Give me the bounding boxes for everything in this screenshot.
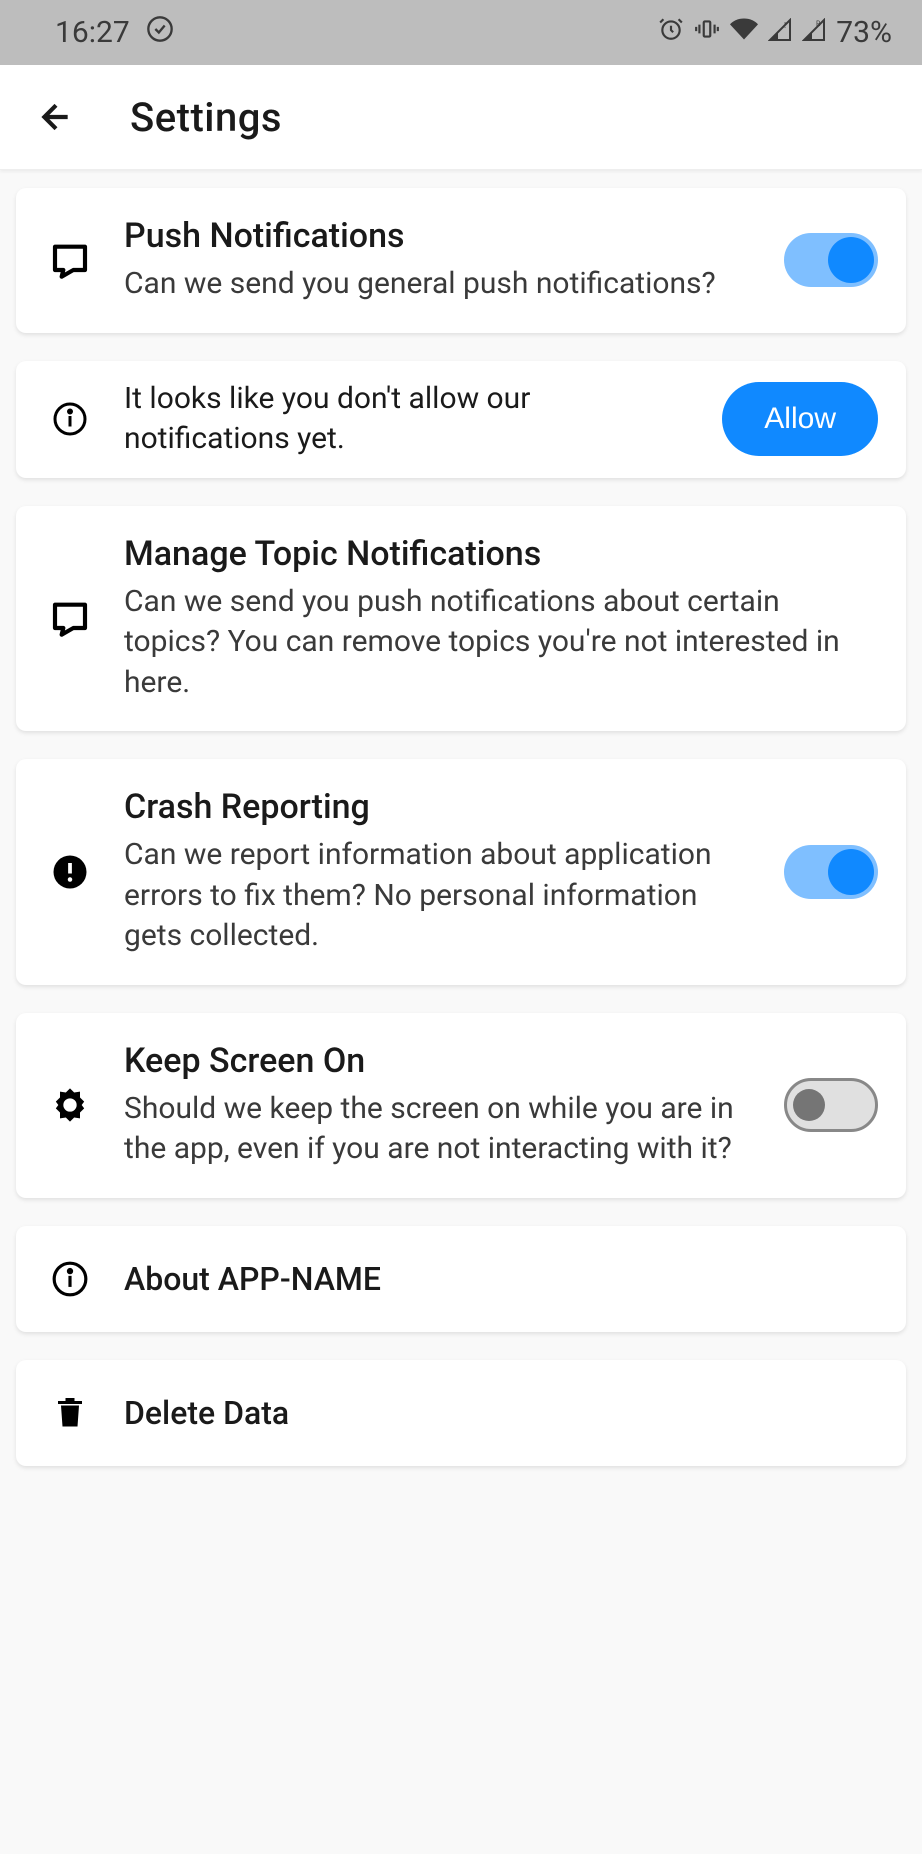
status-bar: 16:27	[0, 0, 922, 65]
delete-data-text: Delete Data	[124, 1394, 878, 1432]
svg-text:!: !	[784, 21, 786, 30]
error-icon	[40, 854, 100, 890]
wifi-icon	[730, 15, 758, 51]
permission-prompt-card: It looks like you don't allow our notifi…	[16, 361, 906, 478]
vibrate-icon	[694, 15, 720, 50]
signal-icon-1: !	[768, 15, 792, 50]
delete-data-title: Delete Data	[124, 1394, 878, 1432]
chat-bubble-icon	[40, 240, 100, 280]
keep-screen-on-title: Keep Screen On	[124, 1041, 760, 1081]
permission-prompt-text: It looks like you don't allow our notifi…	[124, 379, 698, 460]
about-card[interactable]: About APP-NAME	[16, 1226, 906, 1332]
push-notifications-toggle[interactable]	[784, 233, 878, 287]
signal-icon-2: R	[802, 15, 826, 50]
keep-screen-on-toggle[interactable]	[784, 1078, 878, 1132]
alarm-icon	[658, 15, 684, 50]
delete-data-card[interactable]: Delete Data	[16, 1360, 906, 1466]
battery-percentage: 73%	[836, 15, 892, 50]
push-notifications-title: Push Notifications	[124, 216, 760, 256]
status-bar-right: ! R 73%	[658, 15, 892, 51]
crash-reporting-title: Crash Reporting	[124, 787, 760, 827]
topic-notifications-card[interactable]: Manage Topic Notifications Can we send y…	[16, 506, 906, 732]
about-title: About APP-NAME	[124, 1260, 878, 1298]
push-notifications-text: Push Notifications Can we send you gener…	[124, 216, 760, 305]
app-bar: Settings	[0, 65, 922, 170]
topic-notifications-text: Manage Topic Notifications Can we send y…	[124, 534, 878, 704]
info-icon	[40, 401, 100, 437]
keep-screen-on-description: Should we keep the screen on while you a…	[124, 1089, 760, 1170]
crash-reporting-toggle[interactable]	[784, 845, 878, 899]
allow-button[interactable]: Allow	[722, 382, 878, 456]
status-time: 16:27	[55, 15, 130, 50]
crash-reporting-description: Can we report information about applicat…	[124, 835, 760, 957]
crash-reporting-card[interactable]: Crash Reporting Can we report informatio…	[16, 759, 906, 985]
keep-screen-on-text: Keep Screen On Should we keep the screen…	[124, 1041, 760, 1170]
topic-notifications-description: Can we send you push notifications about…	[124, 582, 878, 704]
push-notifications-description: Can we send you general push notificatio…	[124, 264, 760, 305]
content: Push Notifications Can we send you gener…	[0, 170, 922, 1484]
status-bar-left: 16:27	[55, 15, 174, 51]
brightness-icon	[40, 1085, 100, 1125]
svg-text:R: R	[816, 20, 821, 28]
back-button[interactable]	[32, 93, 80, 141]
info-icon	[40, 1260, 100, 1298]
topic-notifications-title: Manage Topic Notifications	[124, 534, 878, 574]
arrow-left-icon	[36, 97, 76, 137]
crash-reporting-text: Crash Reporting Can we report informatio…	[124, 787, 760, 957]
checkmark-circle-icon	[146, 15, 174, 51]
permission-prompt-message: It looks like you don't allow our notifi…	[124, 379, 698, 460]
about-text: About APP-NAME	[124, 1260, 878, 1298]
trash-icon	[40, 1395, 100, 1431]
page-title: Settings	[130, 94, 282, 141]
chat-bubble-icon	[40, 598, 100, 638]
push-notifications-card[interactable]: Push Notifications Can we send you gener…	[16, 188, 906, 333]
keep-screen-on-card[interactable]: Keep Screen On Should we keep the screen…	[16, 1013, 906, 1198]
